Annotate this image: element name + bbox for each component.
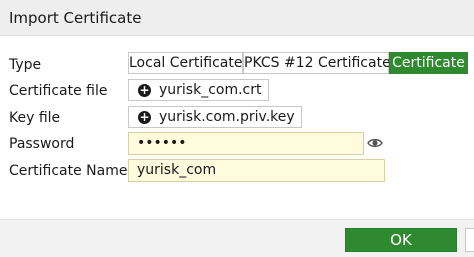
- type-option-local-certificate[interactable]: Local Certificate: [128, 52, 243, 74]
- dialog-title: Import Certificate: [9, 9, 142, 27]
- key-file-value: yurisk.com.priv.key: [159, 109, 295, 125]
- dialog-footer: OK: [0, 219, 474, 257]
- key-file-label: Key file: [9, 110, 61, 126]
- password-label: Password: [9, 136, 75, 152]
- plus-circle-icon: +: [138, 110, 151, 124]
- certificate-file-value: yurisk_com.crt: [159, 82, 262, 98]
- plus-circle-icon: +: [138, 83, 151, 97]
- key-file-button[interactable]: + yurisk.com.priv.key: [128, 106, 302, 128]
- certificate-name-label: Certificate Name: [9, 163, 128, 179]
- ok-button[interactable]: OK: [345, 228, 457, 252]
- password-input[interactable]: ••••••: [128, 132, 364, 155]
- cancel-button[interactable]: [465, 228, 474, 252]
- type-option-pkcs12-certificate[interactable]: PKCS #12 Certificate: [243, 52, 391, 74]
- certificate-name-input[interactable]: yurisk_com: [128, 159, 385, 182]
- certificate-file-label: Certificate file: [9, 83, 108, 99]
- type-option-certificate[interactable]: Certificate: [389, 52, 468, 74]
- dialog-header: Import Certificate: [0, 0, 474, 36]
- eye-icon[interactable]: [367, 135, 383, 151]
- certificate-file-button[interactable]: + yurisk_com.crt: [128, 79, 269, 101]
- type-label: Type: [9, 57, 42, 73]
